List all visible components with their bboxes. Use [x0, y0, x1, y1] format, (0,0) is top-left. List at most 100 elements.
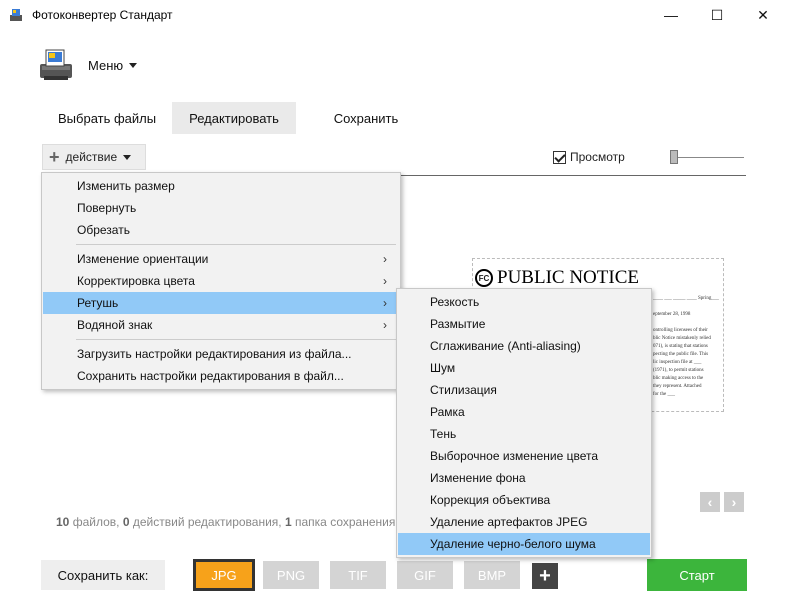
menu-item-label: Удаление черно-белого шума	[430, 537, 596, 551]
notice-line: blic Notice mistakenly relied	[653, 336, 711, 341]
menu-item-shadow[interactable]: Тень	[398, 423, 650, 445]
action-dropdown-button[interactable]: + действие	[42, 144, 146, 170]
zoom-slider-track[interactable]	[674, 157, 744, 158]
menu-separator	[76, 244, 396, 245]
menu-item-label: Изменение фона	[430, 471, 526, 485]
preview-label: Просмотр	[570, 150, 625, 164]
chevron-right-icon: ›	[383, 296, 387, 310]
menu-item-save-settings[interactable]: Сохранить настройки редактирования в фай…	[43, 365, 399, 387]
chevron-down-icon	[129, 63, 138, 68]
menu-item-label: Изменение ориентации	[77, 252, 209, 266]
menu-item-bw-noise[interactable]: Удаление черно-белого шума	[398, 533, 650, 555]
notice-line	[653, 319, 723, 327]
tab-edit[interactable]: Редактировать	[172, 102, 296, 134]
menu-item-load-settings[interactable]: Загрузить настройки редактирования из фа…	[43, 343, 399, 365]
notice-line: for the ___	[653, 392, 675, 397]
minimize-button[interactable]: —	[648, 0, 694, 30]
retouch-submenu: Резкость Размытие Сглаживание (Anti-alia…	[396, 288, 652, 558]
menu-item-watermark[interactable]: Водяной знак ›	[43, 314, 399, 336]
menu-item-label: Водяной знак	[77, 318, 153, 332]
menu-item-resize[interactable]: Изменить размер	[43, 175, 399, 197]
app-icon	[10, 9, 22, 21]
notice-line: eptember 28, 1998	[653, 312, 691, 317]
menu-item-sharpen[interactable]: Резкость	[398, 291, 650, 313]
app-logo-icon	[40, 49, 72, 80]
preview-checkbox[interactable]	[553, 150, 566, 164]
menu-item-label: Сохранить настройки редактирования в фай…	[77, 369, 344, 383]
plus-icon: +	[49, 147, 60, 167]
menu-item-selective-color[interactable]: Выборочное изменение цвета	[398, 445, 650, 467]
notice-title: PUBLIC NOTICE	[497, 267, 639, 288]
files-count: 10	[56, 515, 70, 529]
chevron-right-icon[interactable]: ›	[724, 492, 744, 512]
menu-item-color-correction[interactable]: Корректировка цвета ›	[43, 270, 399, 292]
action-label: действие	[65, 150, 118, 164]
chevron-down-icon	[123, 154, 132, 160]
close-button[interactable]: ✕	[740, 0, 786, 30]
notice-line: pecting the public file. This	[653, 352, 709, 357]
action-menu: Изменить размер Повернуть Обрезать Измен…	[41, 172, 401, 390]
menu-item-lens-correction[interactable]: Коррекция объектива	[398, 489, 650, 511]
format-gif-button[interactable]: GIF	[397, 561, 453, 589]
menu-item-crop[interactable]: Обрезать	[43, 219, 399, 241]
chevron-right-icon: ›	[383, 318, 387, 332]
notice-line: 071), is stating that stations	[653, 344, 708, 349]
save-as-button[interactable]: Сохранить как:	[41, 560, 165, 590]
chevron-right-icon: ›	[383, 252, 387, 266]
files-label: файлов,	[72, 515, 120, 529]
notice-line	[653, 303, 723, 311]
notice-line: blic making access to the	[653, 376, 704, 381]
menu-item-label: Удаление артефактов JPEG	[430, 515, 588, 529]
menu-item-noise[interactable]: Шум	[398, 357, 650, 379]
chevron-right-icon: ›	[383, 274, 387, 288]
menu-item-blur[interactable]: Размытие	[398, 313, 650, 335]
folders-label: папка сохранения	[295, 515, 396, 529]
format-jpg-button[interactable]: JPG	[193, 559, 255, 591]
main-menu-label: Меню	[88, 58, 124, 73]
menu-item-label: Загрузить настройки редактирования из фа…	[77, 347, 352, 361]
menu-item-orientation[interactable]: Изменение ориентации ›	[43, 248, 399, 270]
menu-item-antialiasing[interactable]: Сглаживание (Anti-aliasing)	[398, 335, 650, 357]
menu-item-change-background[interactable]: Изменение фона	[398, 467, 650, 489]
menu-item-rotate[interactable]: Повернуть	[43, 197, 399, 219]
notice-text: ____ ___ _____ ____ Spring___ eptember 2…	[653, 295, 723, 399]
title-bar: Фотоконвертер Стандарт — ☐ ✕	[0, 0, 786, 30]
menu-item-frame[interactable]: Рамка	[398, 401, 650, 423]
tab-select-files[interactable]: Выбрать файлы	[44, 102, 172, 134]
main-menu-button[interactable]: Меню	[88, 58, 138, 73]
notice-line: ____ ___ _____ ____ Spring___	[653, 296, 719, 301]
menu-item-stylize[interactable]: Стилизация	[398, 379, 650, 401]
menu-item-label: Корректировка цвета	[77, 274, 195, 288]
menu-item-label: Коррекция объектива	[430, 493, 551, 507]
notice-line: they represent. Attached	[653, 384, 702, 389]
fcc-logo: FC	[475, 269, 493, 287]
format-bmp-button[interactable]: BMP	[464, 561, 520, 589]
notice-line: (1971), to permit stations	[653, 368, 704, 373]
notice-line: lic inspection file at ___	[653, 360, 702, 365]
menu-item-label: Ретушь	[77, 296, 119, 310]
window-title: Фотоконвертер Стандарт	[32, 8, 173, 22]
zoom-slider-handle[interactable]	[670, 150, 678, 164]
actions-count: 0	[122, 515, 130, 529]
start-button[interactable]: Старт	[647, 559, 747, 591]
actions-label: действий редактирования,	[132, 515, 282, 529]
folders-count: 1	[284, 515, 292, 529]
menu-item-jpeg-artifacts[interactable]: Удаление артефактов JPEG	[398, 511, 650, 533]
preview-toggle[interactable]: Просмотр	[553, 150, 625, 164]
add-format-button[interactable]: +	[532, 563, 558, 589]
tab-save[interactable]: Сохранить	[296, 102, 436, 134]
menu-item-label: Резкость	[430, 295, 480, 309]
menu-item-label: Стилизация	[430, 383, 497, 397]
format-png-button[interactable]: PNG	[263, 561, 319, 589]
maximize-button[interactable]: ☐	[694, 0, 740, 30]
menu-item-label: Выборочное изменение цвета	[430, 449, 599, 463]
menu-item-label: Рамка	[430, 405, 465, 419]
menu-separator	[76, 339, 396, 340]
format-tif-button[interactable]: TIF	[330, 561, 386, 589]
menu-item-label: Повернуть	[77, 201, 137, 215]
chevron-left-icon[interactable]: ‹	[700, 492, 720, 512]
menu-item-label: Сглаживание (Anti-aliasing)	[430, 339, 581, 353]
status-line: 10 файлов, 0 действий редактирования, 1 …	[56, 515, 395, 529]
menu-item-retouch[interactable]: Ретушь ›	[43, 292, 399, 314]
menu-item-label: Шум	[430, 361, 456, 375]
